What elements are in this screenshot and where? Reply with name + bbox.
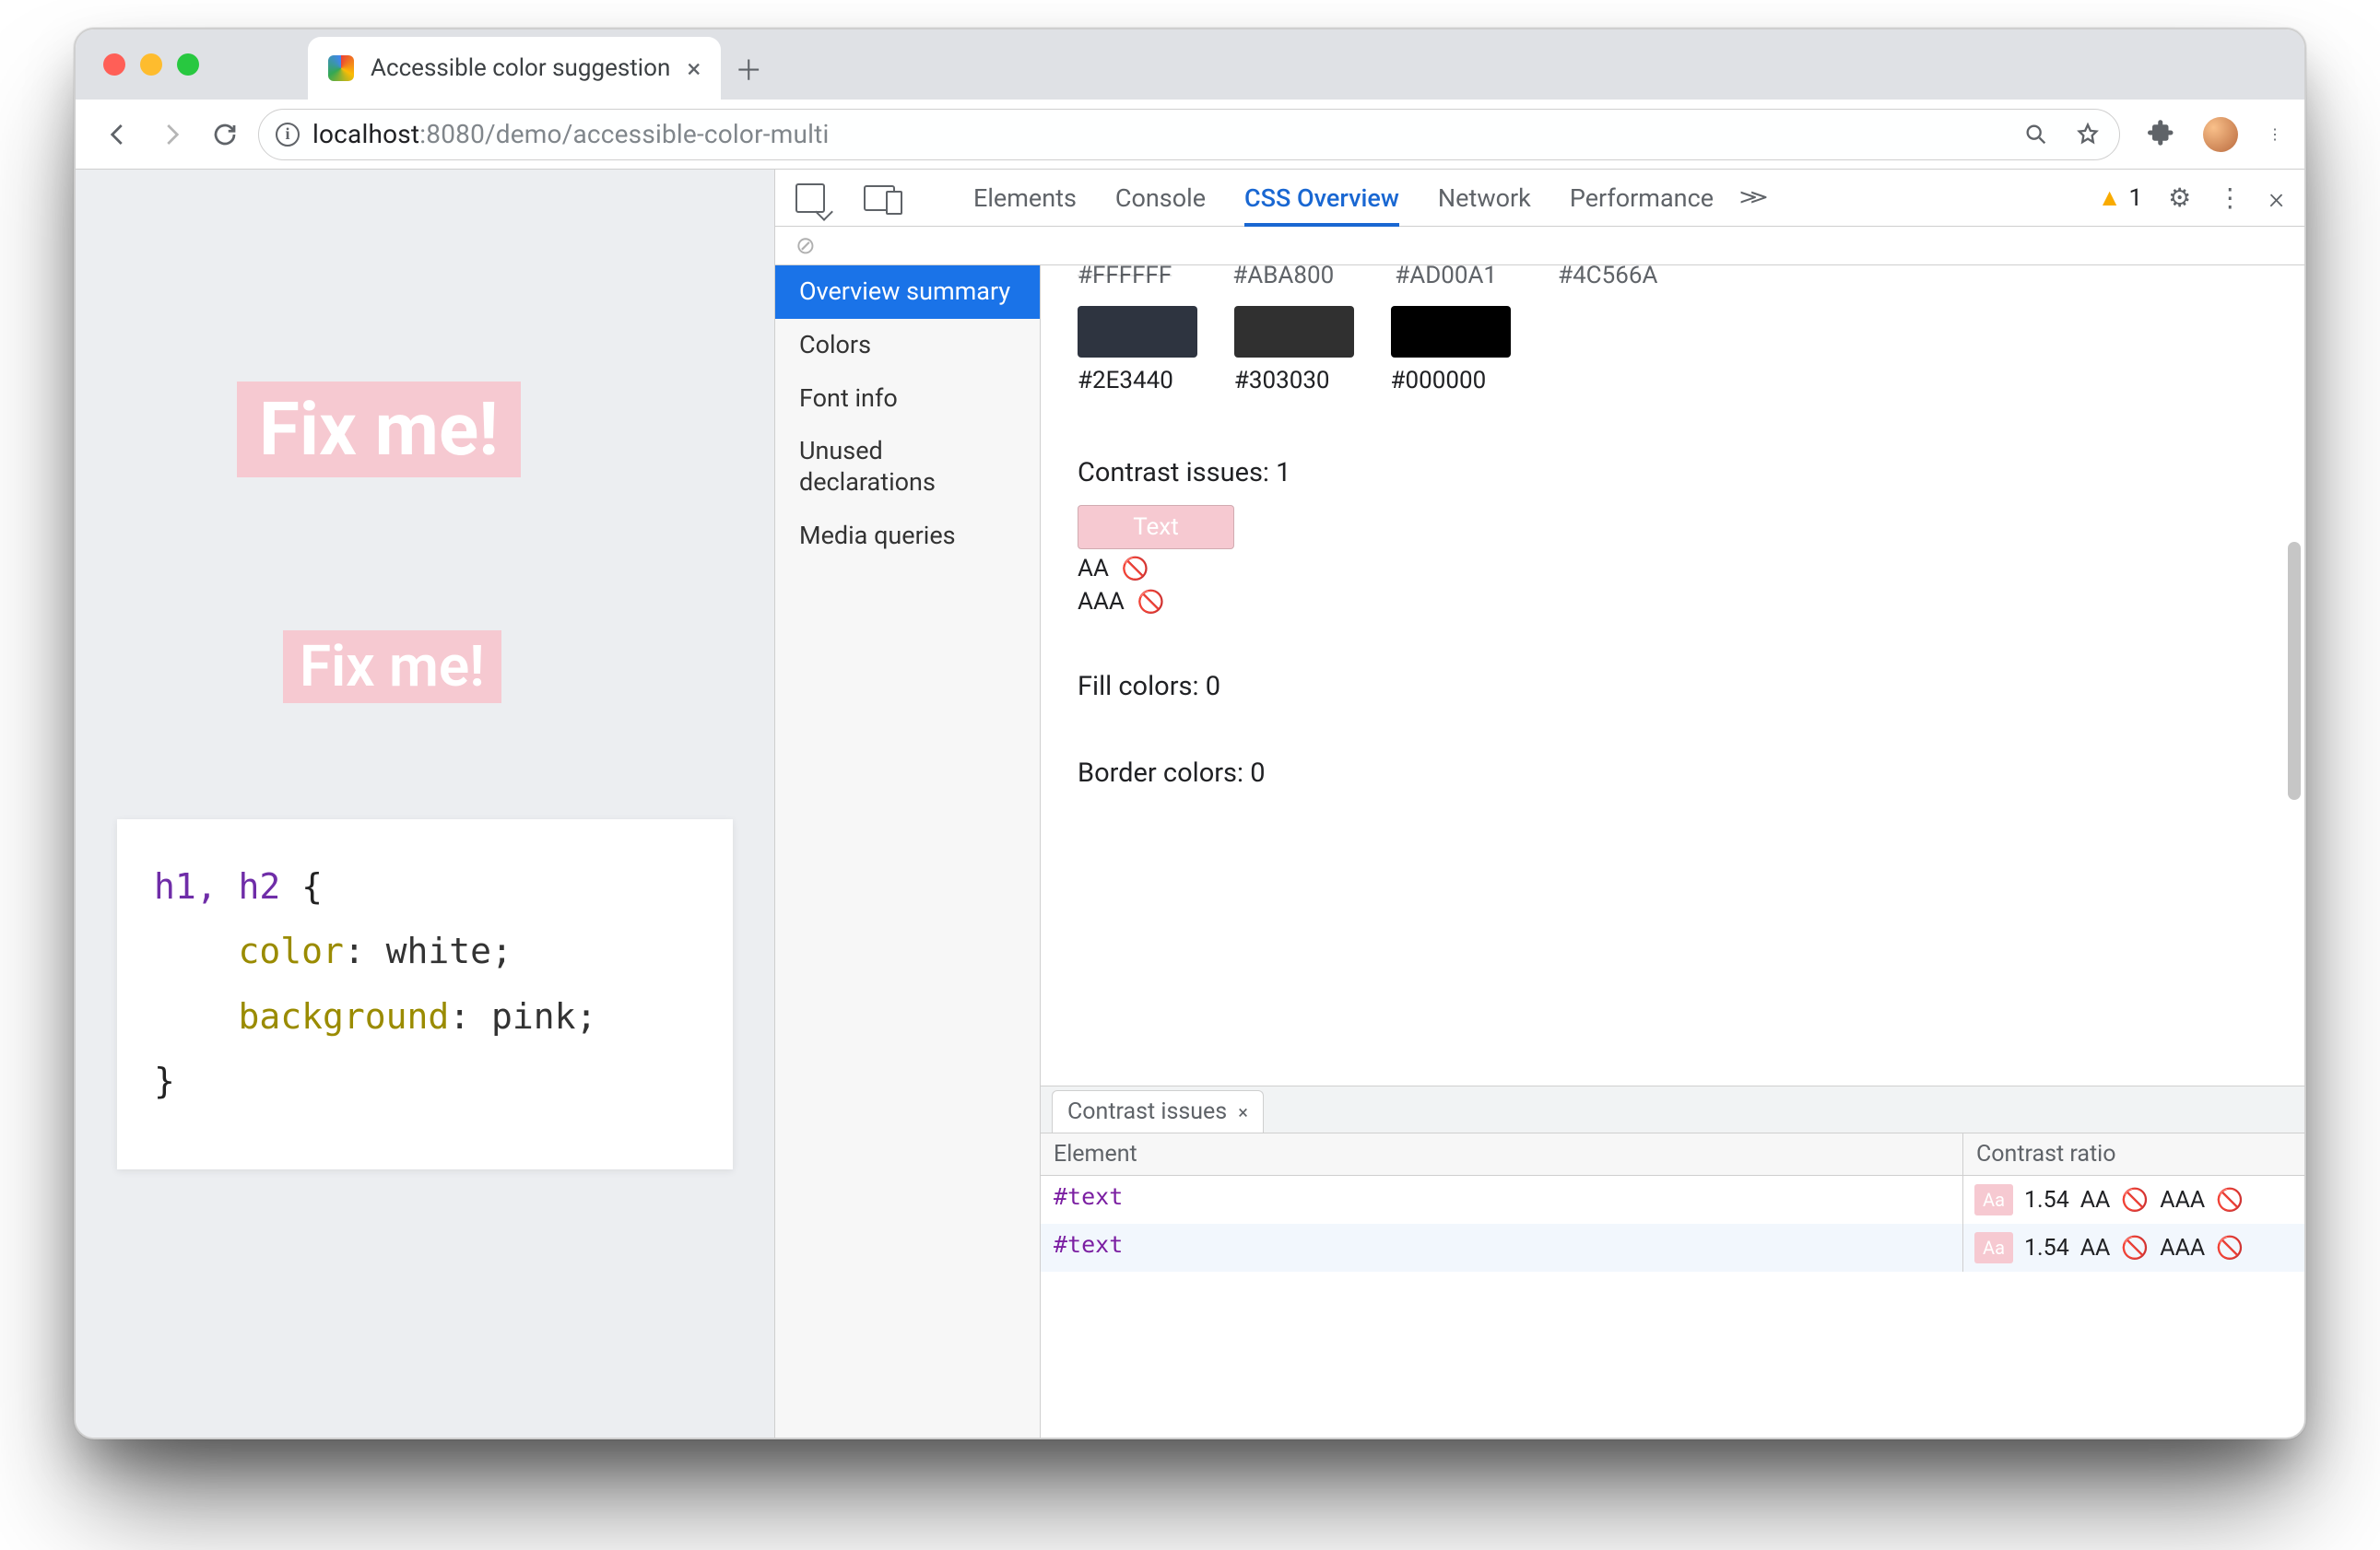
- sidebar-item-colors[interactable]: Colors: [775, 319, 1040, 372]
- bookmark-star-icon[interactable]: [2073, 120, 2103, 149]
- settings-gear-icon[interactable]: ⚙: [2168, 182, 2191, 213]
- hex-label: #303030: [1234, 367, 1330, 394]
- window-titlebar: Accessible color suggestion × ＋: [76, 29, 2304, 100]
- tab-title: Accessible color suggestion: [371, 54, 670, 82]
- clear-overview-icon[interactable]: ⊘: [795, 232, 816, 260]
- fail-icon: 🚫: [2216, 1235, 2244, 1261]
- fail-icon: 🚫: [2121, 1235, 2149, 1261]
- back-button[interactable]: [98, 114, 138, 155]
- contrast-issues-label: Contrast issues: 1: [1078, 457, 2268, 488]
- code-block: h1, h2 { color: white; background: pink;…: [117, 819, 733, 1169]
- url-text: localhost:8080/demo/accessible-color-mul…: [312, 119, 830, 149]
- mini-swatch: Aa: [1974, 1184, 2013, 1215]
- devtools-menu-icon[interactable]: ⋮: [2217, 182, 2243, 213]
- ratio-value: 1.54: [2024, 1235, 2069, 1262]
- content-area: Fix me! Fix me! h1, h2 { color: white; b…: [76, 170, 2304, 1438]
- devtools-panel: Elements Console CSS Overview Network Pe…: [774, 170, 2304, 1438]
- reload-button[interactable]: [205, 114, 245, 155]
- fail-icon: 🚫: [2216, 1187, 2244, 1213]
- zoom-icon[interactable]: [2021, 120, 2051, 149]
- aa-label: AA: [1078, 555, 1109, 582]
- tab-strip: Accessible color suggestion × ＋: [308, 29, 2304, 100]
- close-drawer-tab-icon[interactable]: ×: [1238, 1101, 1248, 1123]
- heading-h1: Fix me!: [237, 382, 521, 477]
- hex-label: #4C566A: [1558, 265, 1657, 289]
- more-tabs-icon[interactable]: ≫: [1738, 186, 1768, 209]
- browser-window: Accessible color suggestion × ＋ i localh…: [74, 28, 2306, 1439]
- devtools-tab-bar: Elements Console CSS Overview Network Pe…: [775, 170, 2304, 227]
- sidebar-item-media[interactable]: Media queries: [775, 510, 1040, 563]
- css-overview-sidebar: Overview summary Colors Font info Unused…: [775, 265, 1041, 1438]
- drawer-tab-bar: Contrast issues ×: [1041, 1086, 2304, 1133]
- table-row[interactable]: #text Aa 1.54 AA 🚫 AAA 🚫: [1041, 1176, 2304, 1224]
- site-info-icon[interactable]: i: [276, 123, 300, 147]
- browser-menu-icon[interactable]: ⋮: [2268, 125, 2282, 143]
- fill-colors-label: Fill colors: 0: [1078, 671, 2268, 702]
- inspect-element-icon[interactable]: [795, 183, 825, 213]
- border-colors-label: Border colors: 0: [1078, 757, 2268, 789]
- hex-label: #AD00A1: [1395, 265, 1497, 289]
- color-swatch[interactable]: [1078, 306, 1197, 358]
- tab-network[interactable]: Network: [1438, 183, 1531, 213]
- hex-label: #ABA800: [1232, 265, 1334, 289]
- ratio-value: 1.54: [2024, 1187, 2069, 1214]
- device-toggle-icon[interactable]: [864, 185, 895, 211]
- drawer-empty-space: [1041, 1272, 2304, 1419]
- table-row[interactable]: #text Aa 1.54 AA 🚫 AAA 🚫: [1041, 1224, 2304, 1272]
- contrast-issue-chip[interactable]: Text: [1078, 505, 1234, 549]
- aaa-label: AAA: [1078, 588, 1125, 616]
- hex-label: #000000: [1391, 367, 1487, 394]
- devtools-sub-toolbar: ⊘: [775, 227, 2304, 265]
- address-bar[interactable]: i localhost:8080/demo/accessible-color-m…: [258, 109, 2120, 160]
- browser-tab[interactable]: Accessible color suggestion ×: [308, 37, 721, 100]
- rendered-page: Fix me! Fix me! h1, h2 { color: white; b…: [76, 170, 774, 1438]
- browser-toolbar: i localhost:8080/demo/accessible-color-m…: [76, 100, 2304, 170]
- tab-elements[interactable]: Elements: [973, 183, 1077, 213]
- drawer-header: Element Contrast ratio: [1041, 1133, 2304, 1176]
- tab-performance[interactable]: Performance: [1570, 183, 1714, 213]
- forward-button[interactable]: [151, 114, 192, 155]
- heading-h2: Fix me!: [283, 630, 501, 703]
- extensions-icon[interactable]: [2148, 119, 2175, 150]
- mini-swatch: Aa: [1974, 1232, 2013, 1263]
- fail-icon: 🚫: [2121, 1187, 2149, 1213]
- css-overview-main: #FFFFFF #ABA800 #AD00A1 #4C566A #2E3440: [1041, 265, 2304, 1438]
- favicon-icon: [328, 55, 354, 81]
- minimize-window-button[interactable]: [140, 53, 162, 76]
- profile-avatar[interactable]: [2203, 117, 2238, 152]
- maximize-window-button[interactable]: [177, 53, 199, 76]
- fail-icon: 🚫: [1137, 589, 1165, 615]
- sidebar-item-overview[interactable]: Overview summary: [775, 265, 1040, 319]
- close-devtools-icon[interactable]: ×: [2268, 181, 2284, 216]
- sidebar-item-font[interactable]: Font info: [775, 372, 1040, 426]
- close-window-button[interactable]: [103, 53, 125, 76]
- element-cell: #text: [1041, 1176, 1963, 1224]
- element-cell: #text: [1041, 1224, 1963, 1272]
- drawer-tab-contrast[interactable]: Contrast issues ×: [1052, 1090, 1264, 1133]
- sidebar-item-unused[interactable]: Unused declarations: [775, 425, 1040, 510]
- tab-console[interactable]: Console: [1115, 183, 1206, 213]
- color-swatch[interactable]: [1391, 306, 1511, 358]
- warnings-indicator[interactable]: ▲1: [2098, 183, 2142, 212]
- fail-icon: 🚫: [1122, 556, 1149, 581]
- tab-css-overview[interactable]: CSS Overview: [1244, 183, 1399, 213]
- col-element-header: Element: [1041, 1133, 1963, 1175]
- hex-label: #FFFFFF: [1078, 265, 1172, 289]
- contrast-drawer: Contrast issues × Element Contrast ratio…: [1041, 1086, 2304, 1419]
- window-controls: [103, 53, 199, 76]
- new-tab-button[interactable]: ＋: [721, 37, 776, 100]
- close-tab-icon[interactable]: ×: [687, 53, 701, 84]
- color-swatch[interactable]: [1234, 306, 1354, 358]
- hex-label: #2E3440: [1078, 367, 1173, 394]
- col-ratio-header: Contrast ratio: [1963, 1133, 2304, 1175]
